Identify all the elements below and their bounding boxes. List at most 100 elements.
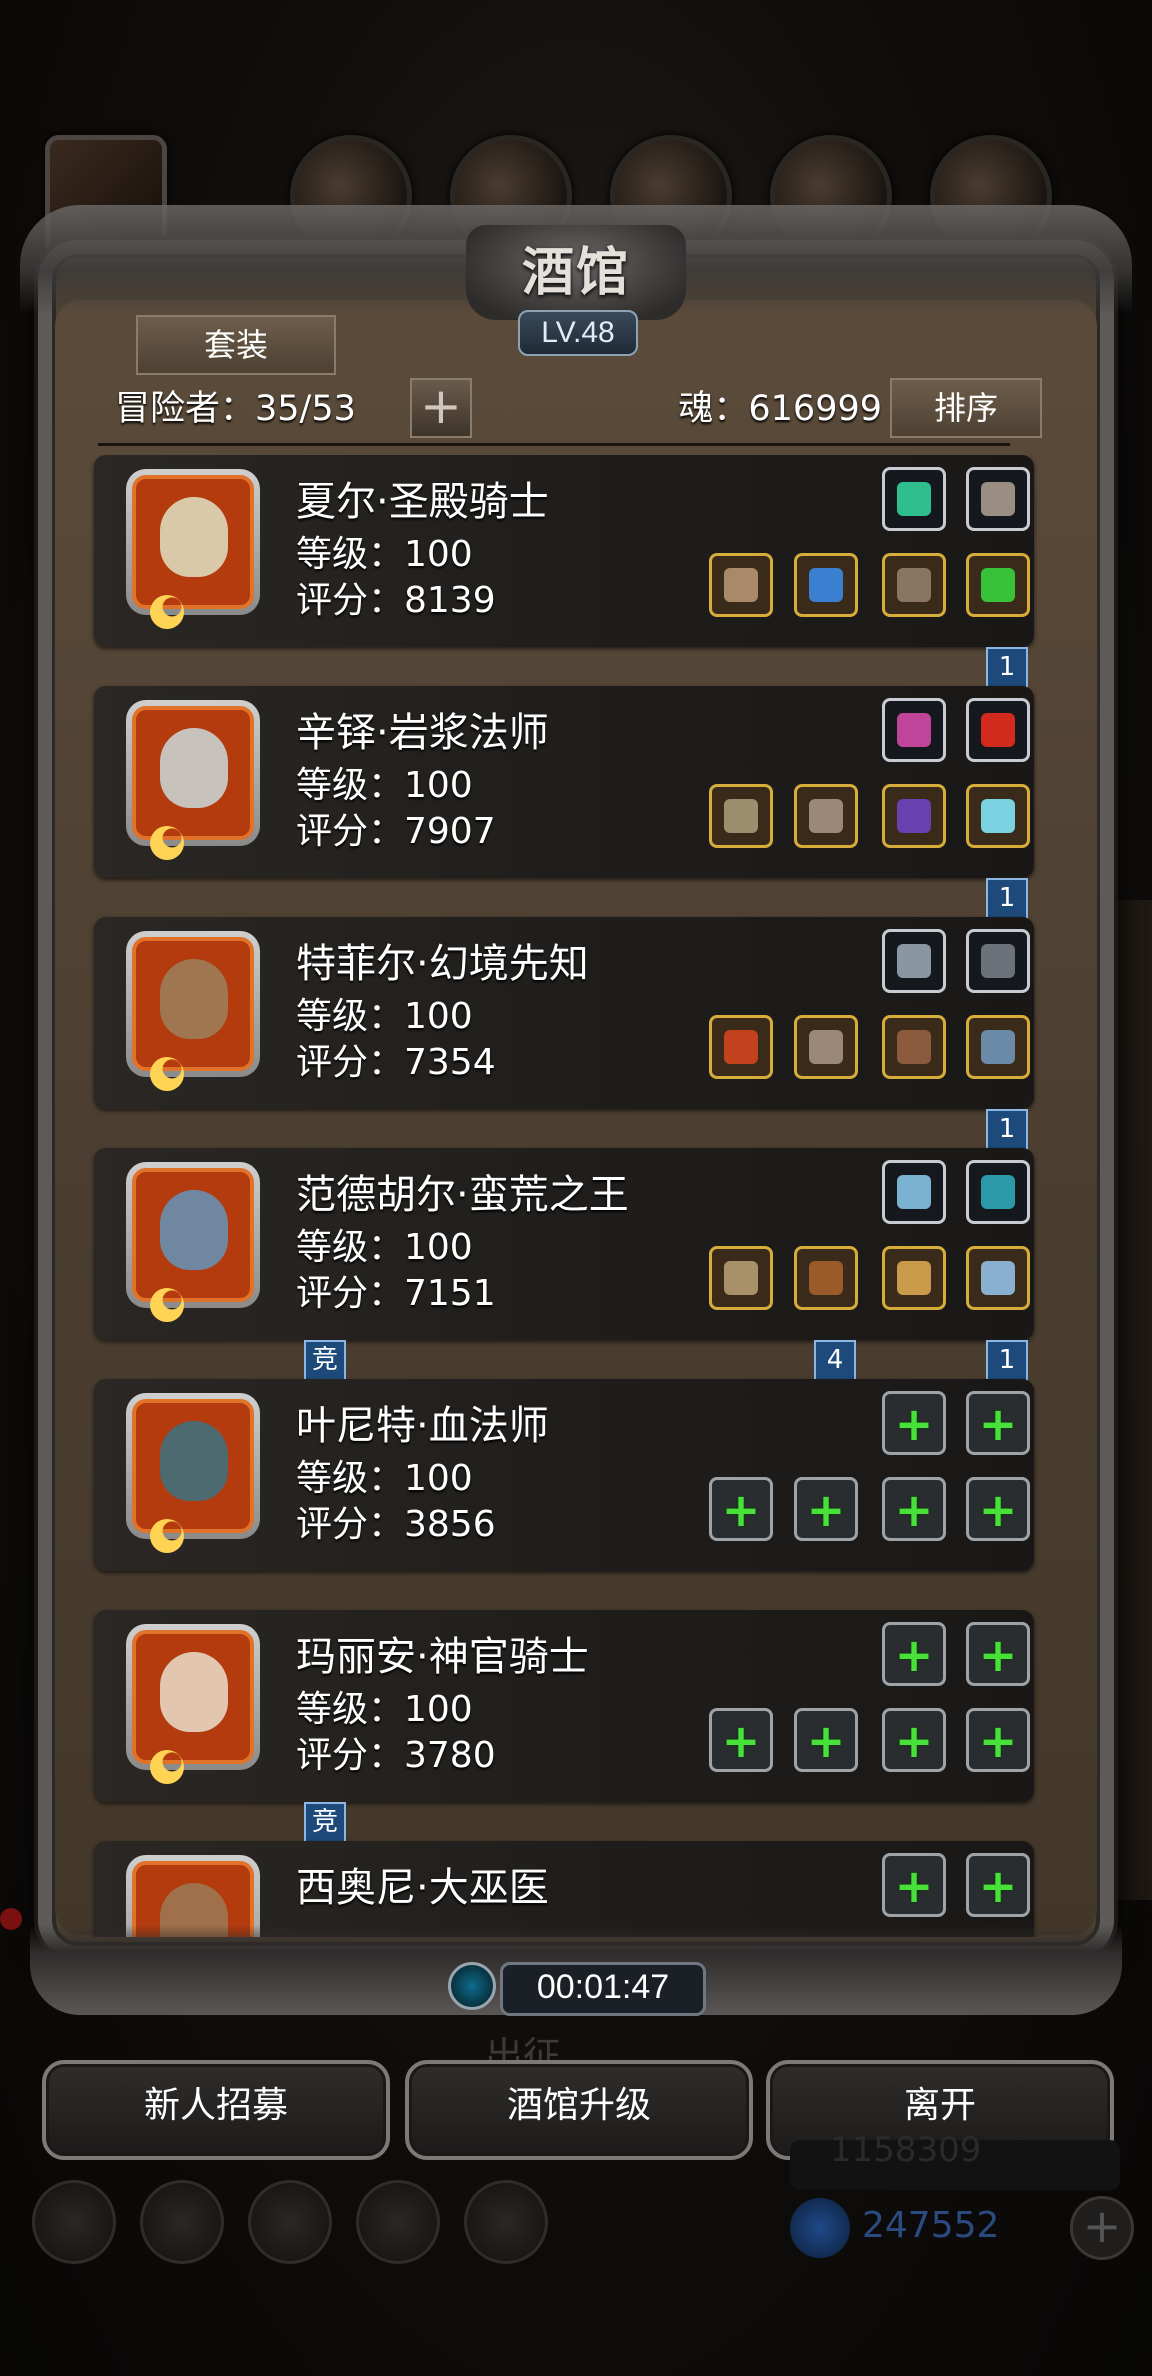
refresh-timer: 00:01:47 bbox=[500, 1962, 706, 2016]
empty-equipment-slot[interactable]: + bbox=[966, 1708, 1030, 1772]
equipment-slot[interactable] bbox=[794, 553, 858, 617]
mail-icon[interactable] bbox=[356, 2180, 440, 2264]
upgrade-tavern-button[interactable]: 酒馆升级 bbox=[405, 2060, 753, 2160]
equipment-slot[interactable] bbox=[709, 784, 773, 848]
hero-row[interactable]: 辛铎·岩浆法师 等级：100 评分：7907 bbox=[94, 686, 1034, 878]
suit-tab[interactable]: 套装 bbox=[136, 315, 336, 375]
moon-icon bbox=[150, 826, 184, 860]
plus-icon: + bbox=[721, 1483, 761, 1537]
equipment-slot[interactable] bbox=[882, 929, 946, 993]
equipment-slot[interactable] bbox=[882, 1246, 946, 1310]
add-gems-icon[interactable]: + bbox=[1070, 2196, 1134, 2260]
hero-portrait-frame bbox=[132, 1399, 254, 1533]
settings-icon[interactable] bbox=[32, 2180, 116, 2264]
plus-icon: + bbox=[978, 1714, 1018, 1768]
purple-ring-icon bbox=[897, 799, 931, 833]
empty-equipment-slot[interactable]: + bbox=[966, 1853, 1030, 1917]
equipment-slot[interactable] bbox=[882, 698, 946, 762]
teal-gem-icon bbox=[981, 1175, 1015, 1209]
equipment-slot[interactable] bbox=[882, 784, 946, 848]
empty-equipment-slot[interactable]: + bbox=[709, 1708, 773, 1772]
hero-portrait-frame bbox=[132, 1630, 254, 1764]
header-divider bbox=[98, 443, 1010, 446]
tavern-level-badge: LV.48 bbox=[518, 310, 638, 356]
equipment-slot[interactable] bbox=[966, 698, 1030, 762]
equipment-slot[interactable] bbox=[966, 929, 1030, 993]
green-gem-icon bbox=[897, 482, 931, 516]
shop-icon[interactable] bbox=[464, 2180, 548, 2264]
hero-portrait[interactable] bbox=[126, 700, 260, 846]
hero-row[interactable]: 西奥尼·大巫医 + + bbox=[94, 1841, 1034, 1937]
empty-equipment-slot[interactable]: + bbox=[966, 1477, 1030, 1541]
empty-equipment-slot[interactable]: + bbox=[709, 1477, 773, 1541]
mask-icon bbox=[981, 944, 1015, 978]
empty-equipment-slot[interactable]: + bbox=[882, 1708, 946, 1772]
hero-row[interactable]: 叶尼特·血法师 等级：100 评分：3856 + + + + + + bbox=[94, 1379, 1034, 1571]
hero-name: 夏尔·圣殿骑士 bbox=[296, 479, 549, 525]
empty-equipment-slot[interactable]: + bbox=[966, 1622, 1030, 1686]
hero-row[interactable]: 特菲尔·幻境先知 等级：100 评分：7354 bbox=[94, 917, 1034, 1109]
hero-name: 特菲尔·幻境先知 bbox=[296, 941, 589, 987]
equipment-slot[interactable] bbox=[709, 1246, 773, 1310]
star-icon[interactable] bbox=[140, 2180, 224, 2264]
equipment-slot[interactable] bbox=[882, 1160, 946, 1224]
notification-dot bbox=[0, 1908, 22, 1930]
moon-icon bbox=[150, 1288, 184, 1322]
equipment-slot[interactable] bbox=[794, 1246, 858, 1310]
equipment-slot[interactable] bbox=[966, 1246, 1030, 1310]
mace-icon bbox=[724, 1030, 758, 1064]
gem-amount: 247552 bbox=[862, 2205, 1000, 2246]
gold-amount: 1158309 bbox=[830, 2130, 982, 2170]
moon-icon bbox=[150, 1519, 184, 1553]
equipment-slot[interactable] bbox=[794, 1015, 858, 1079]
empty-equipment-slot[interactable]: + bbox=[794, 1708, 858, 1772]
hero-row[interactable]: 范德胡尔·蛮荒之王 等级：100 评分：7151 bbox=[94, 1148, 1034, 1340]
hero-name: 范德胡尔·蛮荒之王 bbox=[296, 1172, 629, 1218]
equipment-slot[interactable] bbox=[794, 784, 858, 848]
hero-name: 西奥尼·大巫医 bbox=[296, 1865, 549, 1911]
hero-portrait[interactable] bbox=[126, 931, 260, 1077]
coral-icon bbox=[897, 713, 931, 747]
equipment-slot[interactable] bbox=[882, 1015, 946, 1079]
equipment-slot[interactable] bbox=[709, 553, 773, 617]
hero-face bbox=[160, 1652, 228, 1732]
hero-portrait[interactable] bbox=[126, 1162, 260, 1308]
hero-level: 等级：100 bbox=[296, 1689, 473, 1730]
equipment-slot[interactable] bbox=[882, 553, 946, 617]
plus-icon: + bbox=[978, 1483, 1018, 1537]
empty-equipment-slot[interactable]: + bbox=[882, 1853, 946, 1917]
empty-equipment-slot[interactable]: + bbox=[966, 1391, 1030, 1455]
hero-portrait[interactable] bbox=[126, 1393, 260, 1539]
recruit-button[interactable]: 新人招募 bbox=[42, 2060, 390, 2160]
guild-icon[interactable] bbox=[248, 2180, 332, 2264]
hero-list[interactable]: 夏尔·圣殿骑士 等级：100 评分：8139 1 辛铎·岩浆法师 等级：100 评分：790… bbox=[90, 455, 1050, 1937]
equipment-slot[interactable] bbox=[966, 1160, 1030, 1224]
empty-equipment-slot[interactable]: + bbox=[882, 1477, 946, 1541]
hero-face bbox=[160, 497, 228, 577]
hero-portrait-frame bbox=[132, 1168, 254, 1302]
hero-row[interactable]: 夏尔·圣殿骑士 等级：100 评分：8139 bbox=[94, 455, 1034, 647]
hero-portrait[interactable] bbox=[126, 469, 260, 615]
sort-button[interactable]: 排序 bbox=[890, 378, 1042, 438]
add-slot-button[interactable]: + bbox=[410, 378, 472, 438]
hero-score: 评分：7907 bbox=[296, 811, 496, 852]
equipment-slot[interactable] bbox=[882, 467, 946, 531]
equipment-slot[interactable] bbox=[966, 553, 1030, 617]
plus-icon: + bbox=[894, 1859, 934, 1913]
hero-row[interactable]: 玛丽安·神官骑士 等级：100 评分：3780 + + + + + + bbox=[94, 1610, 1034, 1802]
equipment-slot[interactable] bbox=[966, 1015, 1030, 1079]
clock-icon bbox=[448, 1962, 496, 2010]
moon-icon bbox=[150, 1750, 184, 1784]
armor-icon bbox=[809, 1261, 843, 1295]
hero-portrait[interactable] bbox=[126, 1624, 260, 1770]
plus-icon: + bbox=[806, 1714, 846, 1768]
equipment-slot[interactable] bbox=[709, 1015, 773, 1079]
moon-icon bbox=[150, 595, 184, 629]
bracer-icon bbox=[897, 1030, 931, 1064]
empty-equipment-slot[interactable]: + bbox=[882, 1391, 946, 1455]
empty-equipment-slot[interactable]: + bbox=[882, 1622, 946, 1686]
plus-icon: + bbox=[978, 1397, 1018, 1451]
empty-equipment-slot[interactable]: + bbox=[794, 1477, 858, 1541]
equipment-slot[interactable] bbox=[966, 784, 1030, 848]
equipment-slot[interactable] bbox=[966, 467, 1030, 531]
